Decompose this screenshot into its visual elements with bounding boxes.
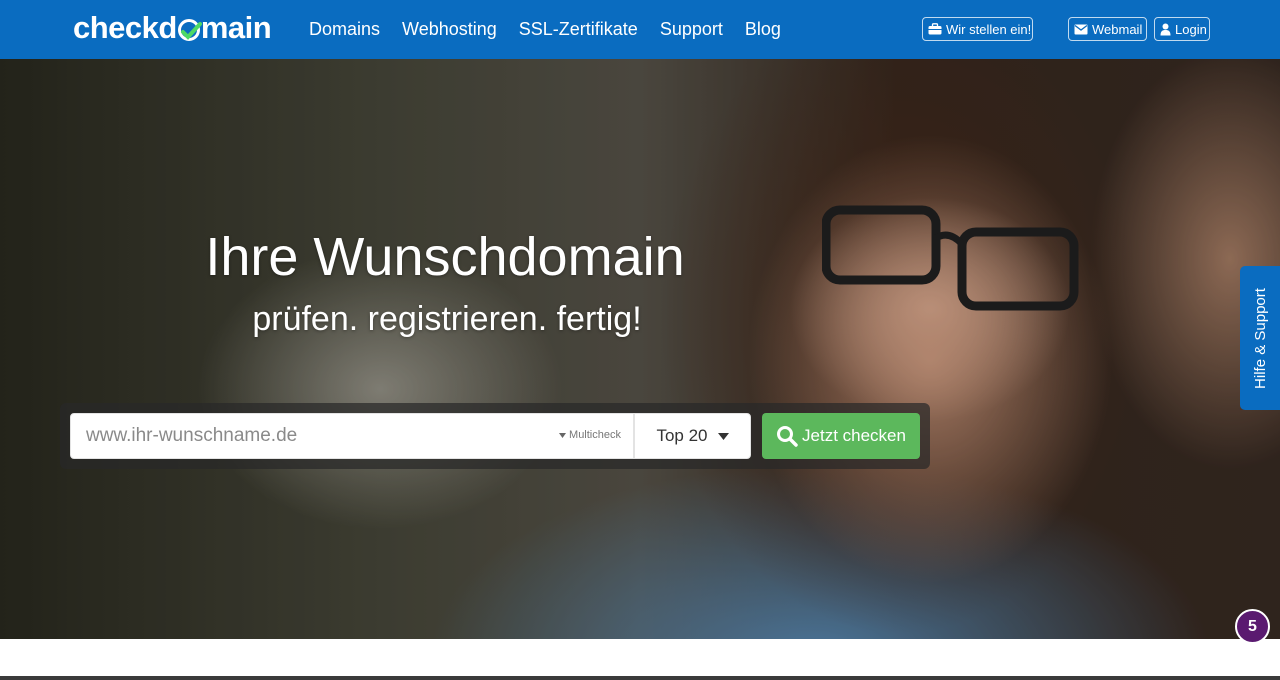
tld-select[interactable]: Top 20 <box>634 413 751 459</box>
multicheck-label: Multicheck <box>569 429 621 441</box>
hero-title: Ihre Wunschdomain <box>205 227 685 287</box>
caret-down-icon <box>717 432 729 440</box>
login-label: Login <box>1175 21 1207 37</box>
checkdomain-logo[interactable]: checkd main <box>73 10 272 46</box>
help-support-label: Hilfe & Support <box>1251 287 1269 389</box>
caret-down-icon <box>559 432 567 438</box>
notification-badge[interactable]: 5 <box>1235 609 1270 644</box>
jobs-label: Wir stellen ein! <box>946 21 1032 37</box>
login-button[interactable]: Login <box>1154 17 1210 41</box>
nav-blog[interactable]: Blog <box>745 18 781 40</box>
logo-text-end: main <box>200 10 272 45</box>
briefcase-icon <box>928 23 942 35</box>
tld-select-value: Top 20 <box>656 426 708 445</box>
notification-count: 5 <box>1248 617 1257 635</box>
top-navigation-bar: checkd main Domains Webhosting SSL-Zerti… <box>0 0 1280 59</box>
envelope-icon <box>1074 24 1088 34</box>
webmail-button[interactable]: Webmail <box>1068 17 1147 41</box>
help-support-tab[interactable]: Hilfe & Support <box>1240 266 1280 410</box>
next-section-edge <box>0 676 1280 680</box>
hero-section: Ihre Wunschdomain prüfen. registrieren. … <box>0 59 1280 639</box>
nav-domains[interactable]: Domains <box>309 18 380 40</box>
content-below-hero <box>0 639 1280 680</box>
domain-search-input[interactable] <box>71 414 541 458</box>
jobs-button[interactable]: Wir stellen ein! <box>922 17 1033 41</box>
main-nav: Domains Webhosting SSL-Zertifikate Suppo… <box>309 18 803 40</box>
logo-text-start: checkd <box>73 10 177 45</box>
multicheck-toggle[interactable]: Multicheck <box>559 429 621 441</box>
domain-search-panel: Multicheck Top 20 Jetzt checken <box>60 403 930 469</box>
nav-support[interactable]: Support <box>660 18 723 40</box>
check-domain-button[interactable]: Jetzt checken <box>762 413 920 459</box>
search-icon <box>777 426 798 447</box>
webmail-label: Webmail <box>1092 21 1143 37</box>
user-icon <box>1160 23 1171 35</box>
domain-search-box: Multicheck <box>70 413 634 459</box>
check-domain-label: Jetzt checken <box>802 426 906 445</box>
hero-subtitle: prüfen. registrieren. fertig! <box>252 300 642 338</box>
logo-checkmark-icon <box>177 19 202 41</box>
nav-webhosting[interactable]: Webhosting <box>402 18 497 40</box>
nav-ssl-certificates[interactable]: SSL-Zertifikate <box>519 18 638 40</box>
hero-background-photo <box>0 59 1280 639</box>
